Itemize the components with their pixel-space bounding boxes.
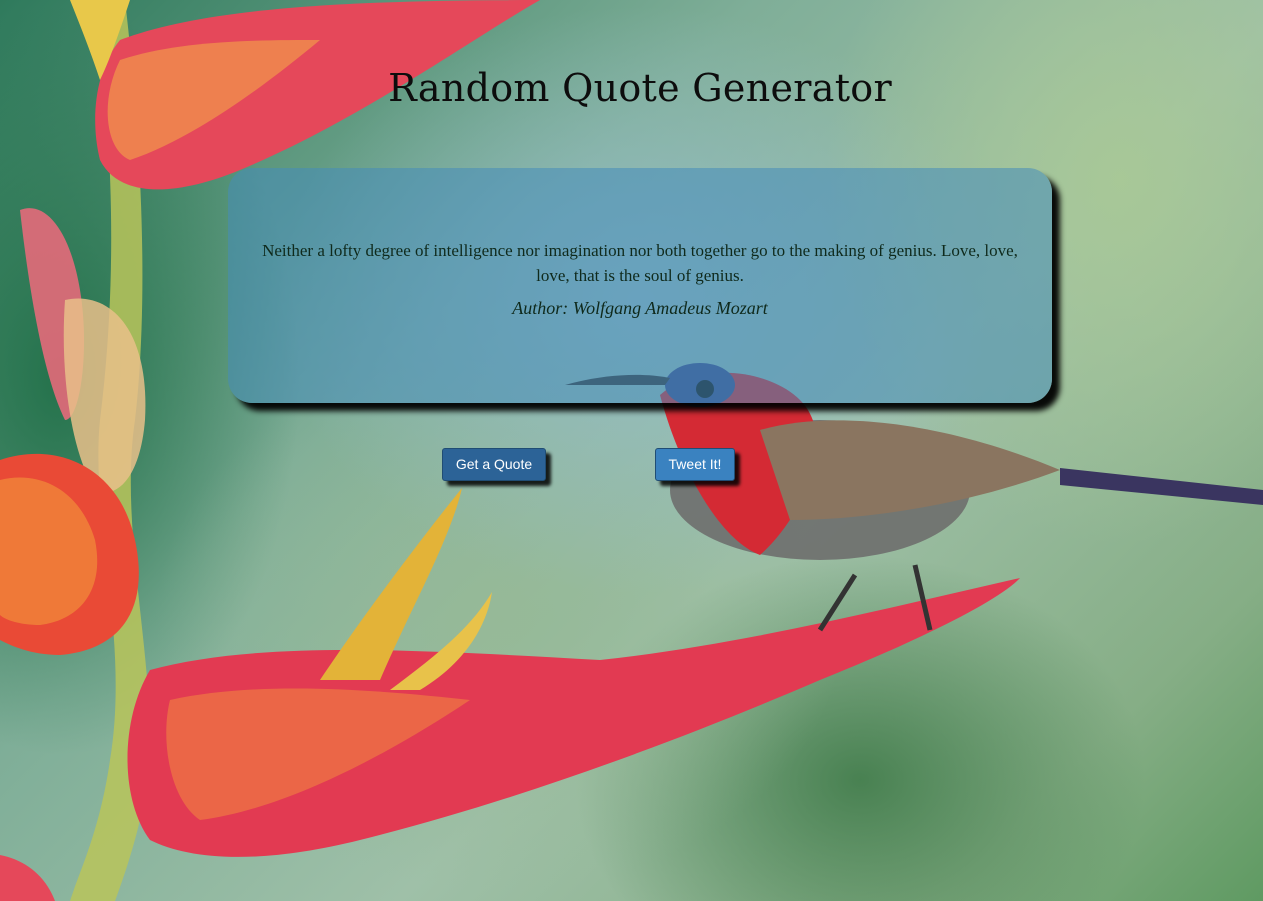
get-quote-button[interactable]: Get a Quote [442, 448, 546, 481]
page-title: Random Quote Generator [388, 66, 892, 110]
quote-author: Author: Wolfgang Amadeus Mozart [512, 298, 768, 318]
tweet-button[interactable]: Tweet It! [655, 448, 735, 481]
quote-card: Neither a lofty degree of intelligence n… [228, 168, 1052, 403]
quote-text: Neither a lofty degree of intelligence n… [262, 241, 1018, 285]
background-photo [0, 0, 1263, 901]
flower-and-bird-illustration [0, 0, 1263, 901]
